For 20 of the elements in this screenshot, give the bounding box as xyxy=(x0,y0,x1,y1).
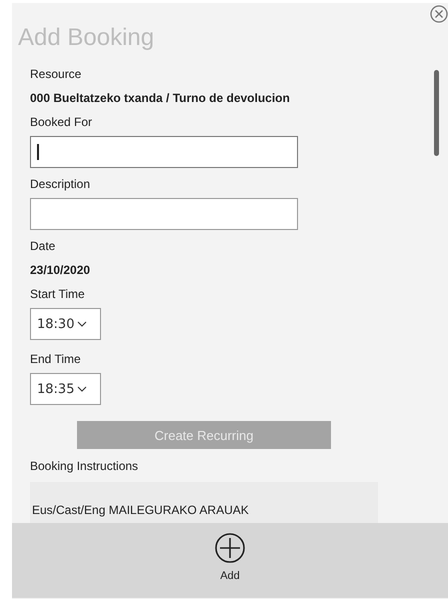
text-input-field[interactable] xyxy=(30,198,298,230)
chevron-down-icon xyxy=(77,386,88,392)
add-button[interactable]: Add xyxy=(215,523,245,598)
field-label: Date xyxy=(30,239,56,253)
time-select[interactable]: 18:35 xyxy=(30,373,101,405)
text-input-field[interactable] xyxy=(30,136,298,168)
field-label: End Time xyxy=(30,352,82,366)
field-label: Resource xyxy=(30,67,82,81)
field-label: Booking Instructions xyxy=(30,459,140,473)
field-value: 23/10/2020 xyxy=(30,263,92,277)
chevron-down-icon xyxy=(77,321,88,327)
instructions-text: Eus/Cast/Eng MAILEGURAKO ARAUAK xyxy=(32,503,249,517)
time-select[interactable]: 18:30 xyxy=(30,308,101,340)
field-label: Description xyxy=(30,177,92,191)
field-label: Booked For xyxy=(30,115,94,129)
plus-circle-icon xyxy=(215,533,245,563)
scrollbar-thumb[interactable] xyxy=(434,70,439,156)
field-value: 000 Bueltatzeko txanda / Turno de devolucion xyxy=(30,91,291,105)
close-icon[interactable] xyxy=(430,5,448,23)
field-label: Start Time xyxy=(30,287,86,301)
